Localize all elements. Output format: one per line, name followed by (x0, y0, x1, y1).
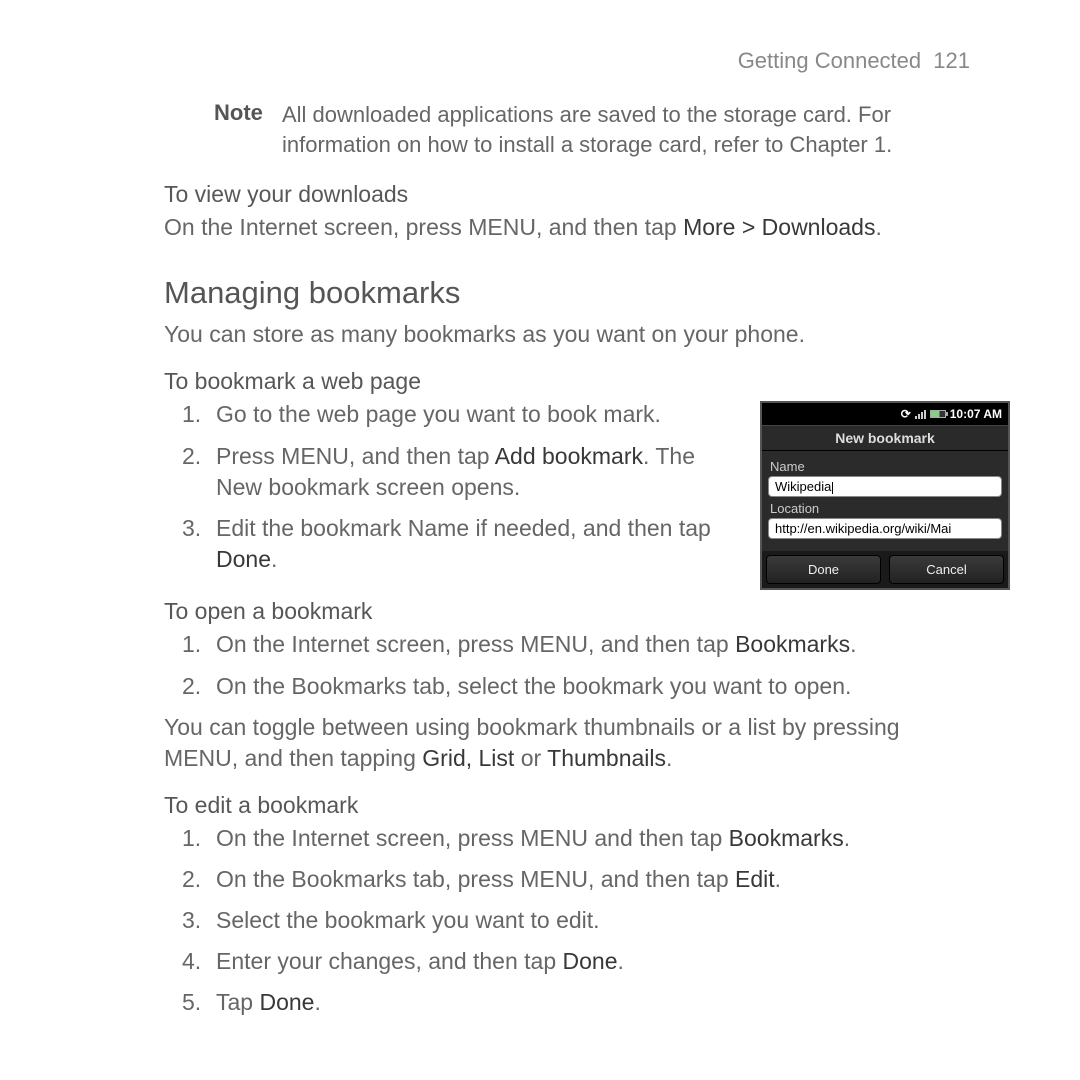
edit-bookmark-heading: To edit a bookmark (164, 792, 970, 819)
text-bold: Bookmarks (735, 631, 850, 657)
note-text: All downloaded applications are saved to… (282, 100, 970, 159)
text: . (271, 546, 277, 572)
list-item: Enter your changes, and then tap Done. (216, 946, 970, 977)
text: Tap (216, 989, 259, 1015)
bookmark-name-field[interactable]: Wikipedia (768, 476, 1002, 497)
text: On the Internet screen, press MENU, and … (164, 214, 683, 240)
text: Enter your changes, and then tap (216, 948, 563, 974)
add-bookmark-row: Go to the web page you want to book mark… (164, 399, 970, 590)
phone-buttons: Done Cancel (762, 551, 1008, 588)
status-time: 10:07 AM (950, 407, 1002, 421)
section-heading: Managing bookmarks (164, 275, 970, 311)
list-item: On the Bookmarks tab, press MENU, and th… (216, 864, 970, 895)
text-bold: Done (216, 546, 271, 572)
text-bold: Done (563, 948, 618, 974)
phone-dialog-body: Name Wikipedia Location http://en.wikipe… (762, 451, 1008, 551)
list-item: Go to the web page you want to book mark… (216, 399, 736, 430)
page-number: 121 (933, 48, 970, 73)
phone-dialog-title: New bookmark (762, 425, 1008, 451)
text: or (514, 745, 547, 771)
text: On the Internet screen, press MENU and t… (216, 825, 729, 851)
open-bookmark-heading: To open a bookmark (164, 598, 970, 625)
done-button[interactable]: Done (766, 555, 881, 584)
text: . (875, 214, 881, 240)
text: On the Bookmarks tab, press MENU, and th… (216, 866, 735, 892)
phone-statusbar: ⟳ 10:07 AM (762, 403, 1008, 425)
page-header: Getting Connected 121 (164, 48, 970, 74)
text: . (618, 948, 624, 974)
battery-icon (930, 410, 946, 418)
name-label: Name (770, 459, 1002, 474)
text-bold: Grid, List (422, 745, 514, 771)
list-item: On the Internet screen, press MENU and t… (216, 823, 970, 854)
text: . (844, 825, 850, 851)
phone-screenshot: ⟳ 10:07 AM New bookmark Name Wikipedia L… (760, 401, 1010, 590)
text-bold: Bookmarks (729, 825, 844, 851)
document-page: Getting Connected 121 Note All downloade… (0, 0, 1080, 1068)
list-item: Select the bookmark you want to edit. (216, 905, 970, 936)
text: Edit the bookmark Name if needed, and th… (216, 515, 711, 541)
text-bold: Edit (735, 866, 775, 892)
list-item: Edit the bookmark Name if needed, and th… (216, 513, 736, 575)
note-label: Note (214, 100, 282, 159)
list-item: On the Bookmarks tab, select the bookmar… (216, 671, 970, 702)
bookmark-location-field[interactable]: http://en.wikipedia.org/wiki/Mai (768, 518, 1002, 539)
add-bookmark-heading: To bookmark a web page (164, 368, 970, 395)
list-item: On the Internet screen, press MENU, and … (216, 629, 970, 660)
text: . (850, 631, 856, 657)
list-item: Press MENU, and then tap Add bookmark. T… (216, 441, 736, 503)
sync-icon: ⟳ (901, 407, 911, 421)
signal-icon (915, 409, 926, 419)
location-label: Location (770, 501, 1002, 516)
text: . (314, 989, 320, 1015)
text: Press MENU, and then tap (216, 443, 495, 469)
cancel-button[interactable]: Cancel (889, 555, 1004, 584)
list-item: Tap Done. (216, 987, 970, 1018)
toggle-note: You can toggle between using bookmark th… (164, 712, 970, 774)
note-block: Note All downloaded applications are sav… (164, 100, 970, 159)
text: . (666, 745, 672, 771)
chapter-title: Getting Connected (738, 48, 921, 73)
text: . (775, 866, 781, 892)
add-bookmark-steps: Go to the web page you want to book mark… (164, 399, 736, 584)
text-bold: Done (259, 989, 314, 1015)
section-intro: You can store as many bookmarks as you w… (164, 319, 970, 350)
text-bold: Thumbnails (547, 745, 666, 771)
text: On the Internet screen, press MENU, and … (216, 631, 735, 657)
text-bold: Add bookmark (495, 443, 643, 469)
downloads-body: On the Internet screen, press MENU, and … (164, 212, 970, 243)
downloads-heading: To view your downloads (164, 181, 970, 208)
text-bold: More > Downloads (683, 214, 875, 240)
